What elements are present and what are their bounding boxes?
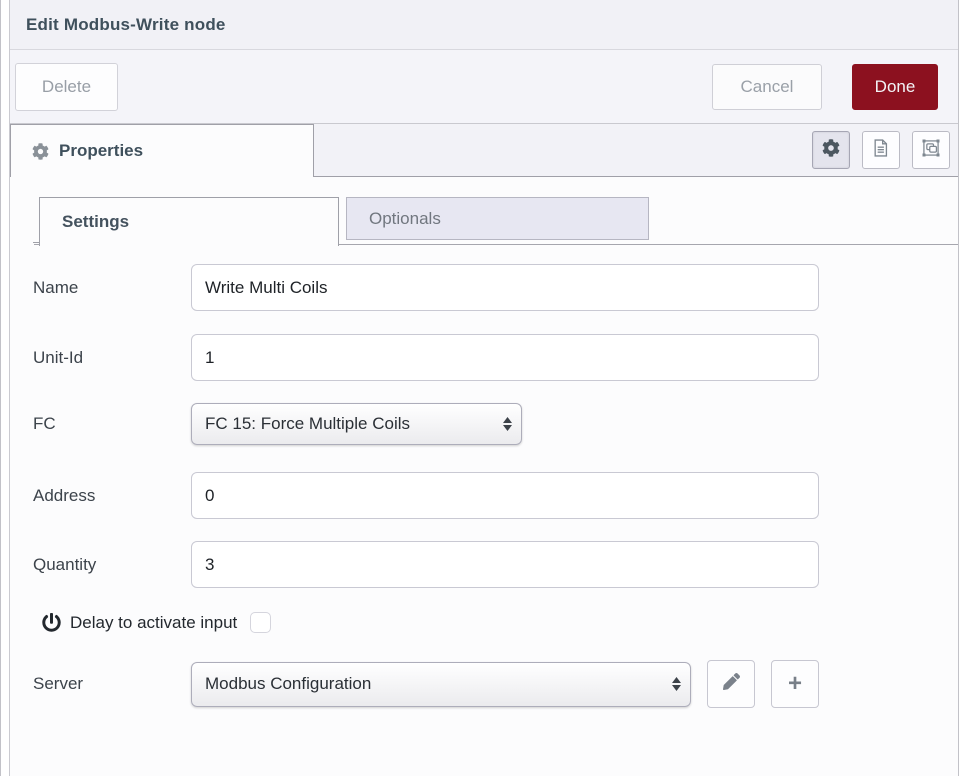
editor-tabs-row: Properties (10, 124, 958, 177)
properties-panel: Settings Optionals Name Unit-Id FC (10, 177, 958, 774)
unit-id-label: Unit-Id (33, 348, 191, 368)
pencil-icon (723, 673, 740, 695)
cancel-button[interactable]: Cancel (712, 64, 822, 110)
tab-settings[interactable]: Settings (39, 197, 339, 246)
fc-select[interactable]: FC 15: Force Multiple Coils (191, 403, 522, 445)
settings-optionals-tabs: Settings Optionals (34, 197, 958, 245)
tray-inner: Edit Modbus-Write node Delete Cancel Don… (9, 0, 959, 776)
delay-row: Delay to activate input (19, 612, 958, 633)
node-appearance-tab-button[interactable] (912, 131, 950, 169)
settings-form: Name Unit-Id FC FC 15: Force Multiple Co… (10, 245, 958, 708)
address-row: Address (33, 472, 958, 519)
name-input[interactable] (191, 264, 819, 311)
edit-node-tray: Edit Modbus-Write node Delete Cancel Don… (0, 0, 966, 776)
unit-id-input[interactable] (191, 334, 819, 381)
address-input[interactable] (191, 472, 819, 519)
done-button[interactable]: Done (852, 64, 938, 110)
editor-tab-buttons (812, 131, 950, 169)
server-row: Server Modbus Configuration (33, 660, 958, 708)
node-appearance-icon (921, 138, 941, 163)
delay-label: Delay to activate input (70, 613, 237, 633)
power-icon (42, 613, 61, 632)
name-label: Name (33, 278, 191, 298)
tab-optionals[interactable]: Optionals (346, 197, 649, 240)
fc-select-value: FC 15: Force Multiple Coils (205, 414, 410, 434)
tab-optionals-label: Optionals (369, 209, 441, 229)
dialog-title: Edit Modbus-Write node (26, 15, 226, 35)
tab-settings-label: Settings (62, 212, 129, 232)
quantity-input[interactable] (191, 541, 819, 588)
fc-row: FC FC 15: Force Multiple Coils (33, 403, 958, 445)
delay-checkbox[interactable] (250, 612, 271, 633)
server-select-value: Modbus Configuration (205, 674, 371, 694)
unit-id-row: Unit-Id (33, 334, 958, 381)
delete-button[interactable]: Delete (15, 63, 118, 111)
name-row: Name (33, 264, 958, 311)
server-select[interactable]: Modbus Configuration (191, 662, 691, 707)
plus-icon: + (788, 672, 802, 696)
address-label: Address (33, 486, 191, 506)
select-stepper-icon (672, 677, 681, 691)
gear-icon (822, 139, 840, 162)
fc-label: FC (33, 414, 191, 434)
select-stepper-icon (503, 417, 512, 431)
file-icon (871, 138, 891, 163)
description-tab-button[interactable] (862, 131, 900, 169)
tray-header: Edit Modbus-Write node (10, 0, 958, 50)
gear-icon (32, 143, 49, 160)
server-controls: Modbus Configuration + (191, 660, 819, 708)
quantity-label: Quantity (33, 555, 191, 575)
quantity-row: Quantity (33, 541, 958, 588)
properties-tab-button[interactable] (812, 131, 850, 169)
tab-properties[interactable]: Properties (10, 124, 314, 177)
tab-properties-label: Properties (59, 141, 143, 161)
tray-toolbar: Delete Cancel Done (10, 50, 958, 124)
toolbar-right-group: Cancel Done (712, 64, 938, 110)
add-server-button[interactable]: + (771, 660, 819, 708)
server-label: Server (33, 674, 191, 694)
edit-server-button[interactable] (707, 660, 755, 708)
